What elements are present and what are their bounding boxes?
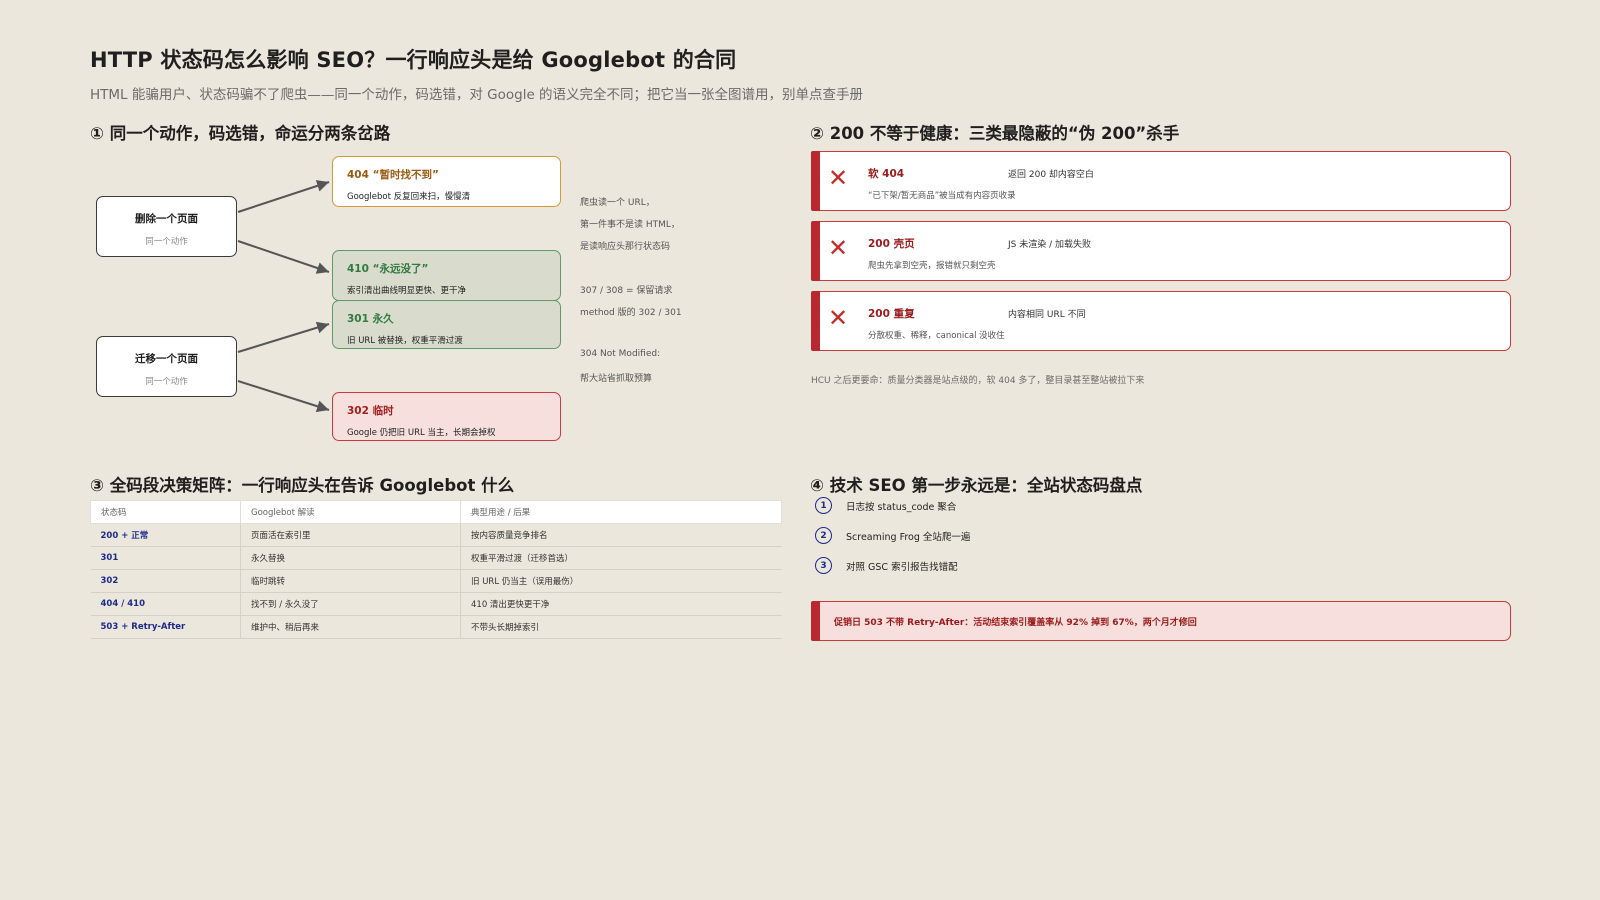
cell-meaning: 永久替换 bbox=[240, 546, 461, 570]
fake200-card-duplicate: ✕ 200 重复 内容相同 URL 不同 分散权重、稀释，canonical 没… bbox=[811, 291, 1511, 351]
note-line: 304 Not Modified: bbox=[580, 349, 661, 359]
step-number: 3 bbox=[815, 557, 832, 574]
table-row: 200 + 正常 页面活在索引里 按内容质量竞争排名 bbox=[90, 523, 782, 547]
card-name: 200 壳页 bbox=[868, 238, 915, 250]
arrow-delete-404 bbox=[237, 180, 330, 213]
table-row: 404 / 410 找不到 / 永久没了 410 清出更快更干净 bbox=[90, 592, 782, 616]
step-number: 2 bbox=[815, 527, 832, 544]
card-symptom: 返回 200 却内容空白 bbox=[1008, 170, 1094, 180]
cell-usage: 按内容质量竞争排名 bbox=[460, 523, 782, 547]
card-symptom: JS 未渲染 / 加载失败 bbox=[1008, 240, 1091, 250]
alert-accent-bar bbox=[811, 601, 820, 641]
note-line: 帮大站省抓取预算 bbox=[580, 374, 653, 384]
outcome-head: 404 “暂时找不到” bbox=[347, 169, 439, 181]
cell-meaning: 找不到 / 永久没了 bbox=[240, 592, 461, 616]
arrow-delete-410 bbox=[237, 240, 330, 274]
outcome-desc: Googlebot 反复回来扫，慢慢清 bbox=[347, 192, 471, 202]
card-name: 200 重复 bbox=[868, 308, 915, 320]
outcome-head: 302 临时 bbox=[347, 405, 394, 417]
note-line: 爬虫读一个 URL， bbox=[580, 198, 655, 208]
arrow-migrate-301 bbox=[237, 321, 330, 353]
card-name: 软 404 bbox=[868, 168, 905, 180]
note-line: 第一件事不是读 HTML， bbox=[580, 220, 680, 230]
section3-title: ③ 全码段决策矩阵：一行响应头在告诉 Googlebot 什么 bbox=[90, 476, 515, 495]
audit-step: 1 日志按 status_code 聚合 bbox=[815, 497, 956, 514]
col-header: 典型用途 / 后果 bbox=[460, 500, 782, 524]
arrow-migrate-302 bbox=[237, 380, 330, 413]
outcome-410: 410 “永远没了” 索引清出曲线明显更快、更干净 bbox=[332, 250, 561, 301]
outcome-desc: 旧 URL 被替换，权重平滑过渡 bbox=[347, 336, 463, 346]
audit-step: 3 对照 GSC 索引报告找错配 bbox=[815, 557, 958, 574]
section2-title: ② 200 不等于健康：三类最隐蔽的“伪 200”杀手 bbox=[810, 124, 1180, 143]
source-delete-page: 删除一个页面 同一个动作 bbox=[96, 196, 237, 257]
cell-meaning: 维护中、稍后再来 bbox=[240, 615, 461, 639]
cell-meaning: 临时跳转 bbox=[240, 569, 461, 593]
cell-code: 404 / 410 bbox=[90, 592, 241, 616]
card-desc: “已下架/暂无商品”被当成有内容页收录 bbox=[868, 191, 1016, 201]
col-header: 状态码 bbox=[90, 500, 241, 524]
audit-step: 2 Screaming Frog 全站爬一遍 bbox=[815, 527, 970, 544]
cross-icon: ✕ bbox=[828, 234, 849, 262]
source-sub: 同一个动作 bbox=[145, 377, 188, 387]
outcome-404: 404 “暂时找不到” Googlebot 反复回来扫，慢慢清 bbox=[332, 156, 561, 207]
col-header: Googlebot 解读 bbox=[240, 500, 461, 524]
card-accent-bar bbox=[811, 151, 820, 211]
card-accent-bar bbox=[811, 291, 820, 351]
table-row: 301 永久替换 权重平滑过渡（迁移首选） bbox=[90, 546, 782, 570]
card-symptom: 内容相同 URL 不同 bbox=[1008, 310, 1086, 320]
source-title: 迁移一个页面 bbox=[135, 353, 198, 365]
cell-code: 301 bbox=[90, 546, 241, 570]
outcome-head: 410 “永远没了” bbox=[347, 263, 429, 275]
card-desc: 爬虫先拿到空壳，报错就只剩空壳 bbox=[868, 261, 996, 271]
card-desc: 分散权重、稀释，canonical 没收住 bbox=[868, 331, 1005, 341]
cell-meaning: 页面活在索引里 bbox=[240, 523, 461, 547]
cell-code: 200 + 正常 bbox=[90, 523, 241, 547]
note-line: 是读响应头那行状态码 bbox=[580, 242, 671, 252]
outcome-301: 301 永久 旧 URL 被替换，权重平滑过渡 bbox=[332, 300, 561, 349]
source-title: 删除一个页面 bbox=[135, 213, 198, 225]
status-code-matrix: 状态码 Googlebot 解读 典型用途 / 后果 200 + 正常 页面活在… bbox=[90, 500, 782, 639]
note-line: method 版的 302 / 301 bbox=[580, 308, 682, 318]
cross-icon: ✕ bbox=[828, 304, 849, 332]
cell-code: 503 + Retry-After bbox=[90, 615, 241, 639]
fake200-card-soft404: ✕ 软 404 返回 200 却内容空白 “已下架/暂无商品”被当成有内容页收录 bbox=[811, 151, 1511, 211]
note-line: 307 / 308 = 保留请求 bbox=[580, 286, 673, 296]
outcome-desc: Google 仍把旧 URL 当主，长期会掉权 bbox=[347, 428, 496, 438]
table-row: 503 + Retry-After 维护中、稍后再来 不带头长期掉索引 bbox=[90, 615, 782, 639]
fake200-card-shell: ✕ 200 壳页 JS 未渲染 / 加载失败 爬虫先拿到空壳，报错就只剩空壳 bbox=[811, 221, 1511, 281]
cell-usage: 旧 URL 仍当主（误用最伤） bbox=[460, 569, 782, 593]
source-sub: 同一个动作 bbox=[145, 237, 188, 247]
table-header-row: 状态码 Googlebot 解读 典型用途 / 后果 bbox=[90, 500, 782, 524]
cell-usage: 不带头长期掉索引 bbox=[460, 615, 782, 639]
step-text: 对照 GSC 索引报告找错配 bbox=[846, 561, 958, 573]
outcome-head: 301 永久 bbox=[347, 313, 394, 325]
cell-code: 302 bbox=[90, 569, 241, 593]
alert-text: 促销日 503 不带 Retry-After：活动结束索引覆盖率从 92% 掉到… bbox=[834, 618, 1197, 628]
source-migrate-page: 迁移一个页面 同一个动作 bbox=[96, 336, 237, 397]
section4-title: ④ 技术 SEO 第一步永远是：全站状态码盘点 bbox=[810, 476, 1143, 495]
step-number: 1 bbox=[815, 497, 832, 514]
card-accent-bar bbox=[811, 221, 820, 281]
step-text: 日志按 status_code 聚合 bbox=[846, 501, 957, 513]
step-text: Screaming Frog 全站爬一遍 bbox=[846, 531, 971, 543]
cell-usage: 权重平滑过渡（迁移首选） bbox=[460, 546, 782, 570]
outcome-302: 302 临时 Google 仍把旧 URL 当主，长期会掉权 bbox=[332, 392, 561, 441]
cell-usage: 410 清出更快更干净 bbox=[460, 592, 782, 616]
table-row: 302 临时跳转 旧 URL 仍当主（误用最伤） bbox=[90, 569, 782, 593]
case-alert: 促销日 503 不带 Retry-After：活动结束索引覆盖率从 92% 掉到… bbox=[811, 601, 1511, 641]
cross-icon: ✕ bbox=[828, 164, 849, 192]
hcu-footnote: HCU 之后更要命：质量分类器是站点级的，软 404 多了，整目录甚至整站被拉下… bbox=[811, 376, 1145, 386]
outcome-desc: 索引清出曲线明显更快、更干净 bbox=[347, 286, 467, 296]
